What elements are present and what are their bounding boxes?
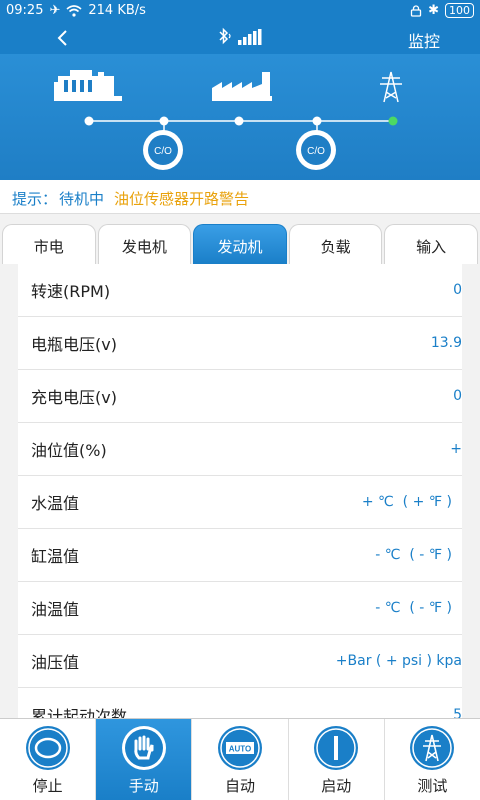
status-bar: 09:25 ✈ 214 KB/s ✱ 100 <box>0 0 480 22</box>
stop-button[interactable]: 停止 <box>0 719 97 800</box>
row-value: - ℃ ( - ℉ ) <box>375 547 452 563</box>
switch1-label: C/O <box>154 146 172 157</box>
signal-bars-icon <box>238 29 262 45</box>
row-value: + ℃ ( + ℉ ) <box>361 494 452 510</box>
chevron-left-icon <box>57 30 67 46</box>
row-label: 累计起动次数 <box>31 706 128 719</box>
list-item: 充电电压(v) 0 <box>18 370 462 423</box>
manual-button[interactable]: 手动 <box>96 719 193 800</box>
power-diagram: C/O C/O <box>0 54 480 180</box>
connection-status <box>216 27 262 45</box>
tower-icon <box>410 726 455 770</box>
tab-bar: 市电 发电机 发动机 负载 输入 <box>0 224 480 264</box>
generator-node <box>84 116 94 126</box>
row-label: 缸温值 <box>31 547 80 566</box>
tab-mains[interactable]: 市电 <box>2 224 96 264</box>
list-item: 水温值 + ℃ ( + ℉ ) <box>18 476 462 529</box>
list-item: 油位值(%) + <box>18 423 462 476</box>
tab-load[interactable]: 负载 <box>288 224 383 264</box>
row-label: 油温值 <box>31 600 80 619</box>
row-label: 转速(RPM) <box>31 282 111 301</box>
factory-icon <box>212 72 272 101</box>
monitor-button[interactable]: 监控 <box>408 28 440 52</box>
load-node <box>234 116 244 126</box>
auto-label: 自动 <box>225 777 256 795</box>
bluetooth-icon: ✱ <box>428 3 439 18</box>
row-value: 13.9 <box>430 335 462 351</box>
list-item: 油温值 - ℃ ( - ℉ ) <box>18 582 462 635</box>
power-tower-icon <box>380 71 402 103</box>
changeover-switch-1[interactable]: C/O <box>143 130 183 170</box>
lock-icon <box>410 4 422 17</box>
hint-label: 提示： <box>12 190 58 208</box>
list-item: 电瓶电压(v) 13.9 <box>18 317 462 370</box>
tab-generator[interactable]: 发电机 <box>97 224 192 264</box>
tab-input[interactable]: 输入 <box>384 224 478 264</box>
control-bar: 停止 手动 AUTO 自动 启动 测试 <box>0 718 480 800</box>
changeover-switch-2[interactable]: C/O <box>296 130 336 170</box>
switch1-node <box>159 116 169 126</box>
row-label: 油压值 <box>31 653 80 672</box>
row-value: - ℃ ( - ℉ ) <box>375 600 452 616</box>
hint-bar: 提示： 待机中 油位传感器开路警告 <box>0 180 480 214</box>
row-value: +Bar ( + psi ) kpa <box>335 653 462 669</box>
wifi-icon <box>66 4 82 17</box>
hint-status: 待机中 <box>59 190 105 208</box>
switch2-node <box>312 116 322 126</box>
grid-node <box>388 116 398 126</box>
bluetooth-connected-icon <box>219 27 231 45</box>
network-speed: 214 KB/s <box>88 3 146 18</box>
start-icon <box>314 726 359 770</box>
row-label: 充电电压(v) <box>31 388 117 407</box>
test-label: 测试 <box>417 777 448 795</box>
back-button[interactable] <box>48 24 76 52</box>
battery-indicator: 100 <box>445 3 474 18</box>
switch2-label: C/O <box>307 146 325 157</box>
row-value: + <box>450 441 462 457</box>
row-value: 0 <box>453 282 462 298</box>
list-item: 累计起动次数 5 <box>18 688 462 719</box>
auto-button[interactable]: AUTO 自动 <box>192 719 289 800</box>
stop-label: 停止 <box>32 777 63 795</box>
start-button[interactable]: 启动 <box>289 719 385 800</box>
auto-icon-text: AUTO <box>229 745 252 754</box>
row-label: 电瓶电压(v) <box>31 335 117 354</box>
test-button[interactable]: 测试 <box>385 719 480 800</box>
stop-icon <box>25 726 70 770</box>
generator-icon <box>54 70 122 101</box>
row-label: 水温值 <box>31 494 80 513</box>
hint-warning: 油位传感器开路警告 <box>114 190 250 208</box>
airplane-icon: ✈ <box>49 3 61 18</box>
manual-label: 手动 <box>128 777 159 795</box>
hand-icon <box>121 726 166 770</box>
status-time: 09:25 <box>6 3 44 18</box>
row-label: 油位值(%) <box>31 441 107 460</box>
auto-icon: AUTO <box>218 726 262 770</box>
tab-engine[interactable]: 发动机 <box>193 224 287 264</box>
title-bar: 监控 <box>0 22 480 54</box>
row-value: 5 <box>453 706 462 719</box>
row-value: 0 <box>453 388 462 404</box>
list-item: 缸温值 - ℃ ( - ℉ ) <box>18 529 462 582</box>
start-label: 启动 <box>321 777 352 795</box>
engine-data-list[interactable]: 转速(RPM) 0 电瓶电压(v) 13.9 充电电压(v) 0 油位值(%) + 水温… <box>18 264 462 718</box>
list-item: 油压值 +Bar ( + psi ) kpa <box>18 635 462 688</box>
list-item: 转速(RPM) 0 <box>18 264 462 317</box>
